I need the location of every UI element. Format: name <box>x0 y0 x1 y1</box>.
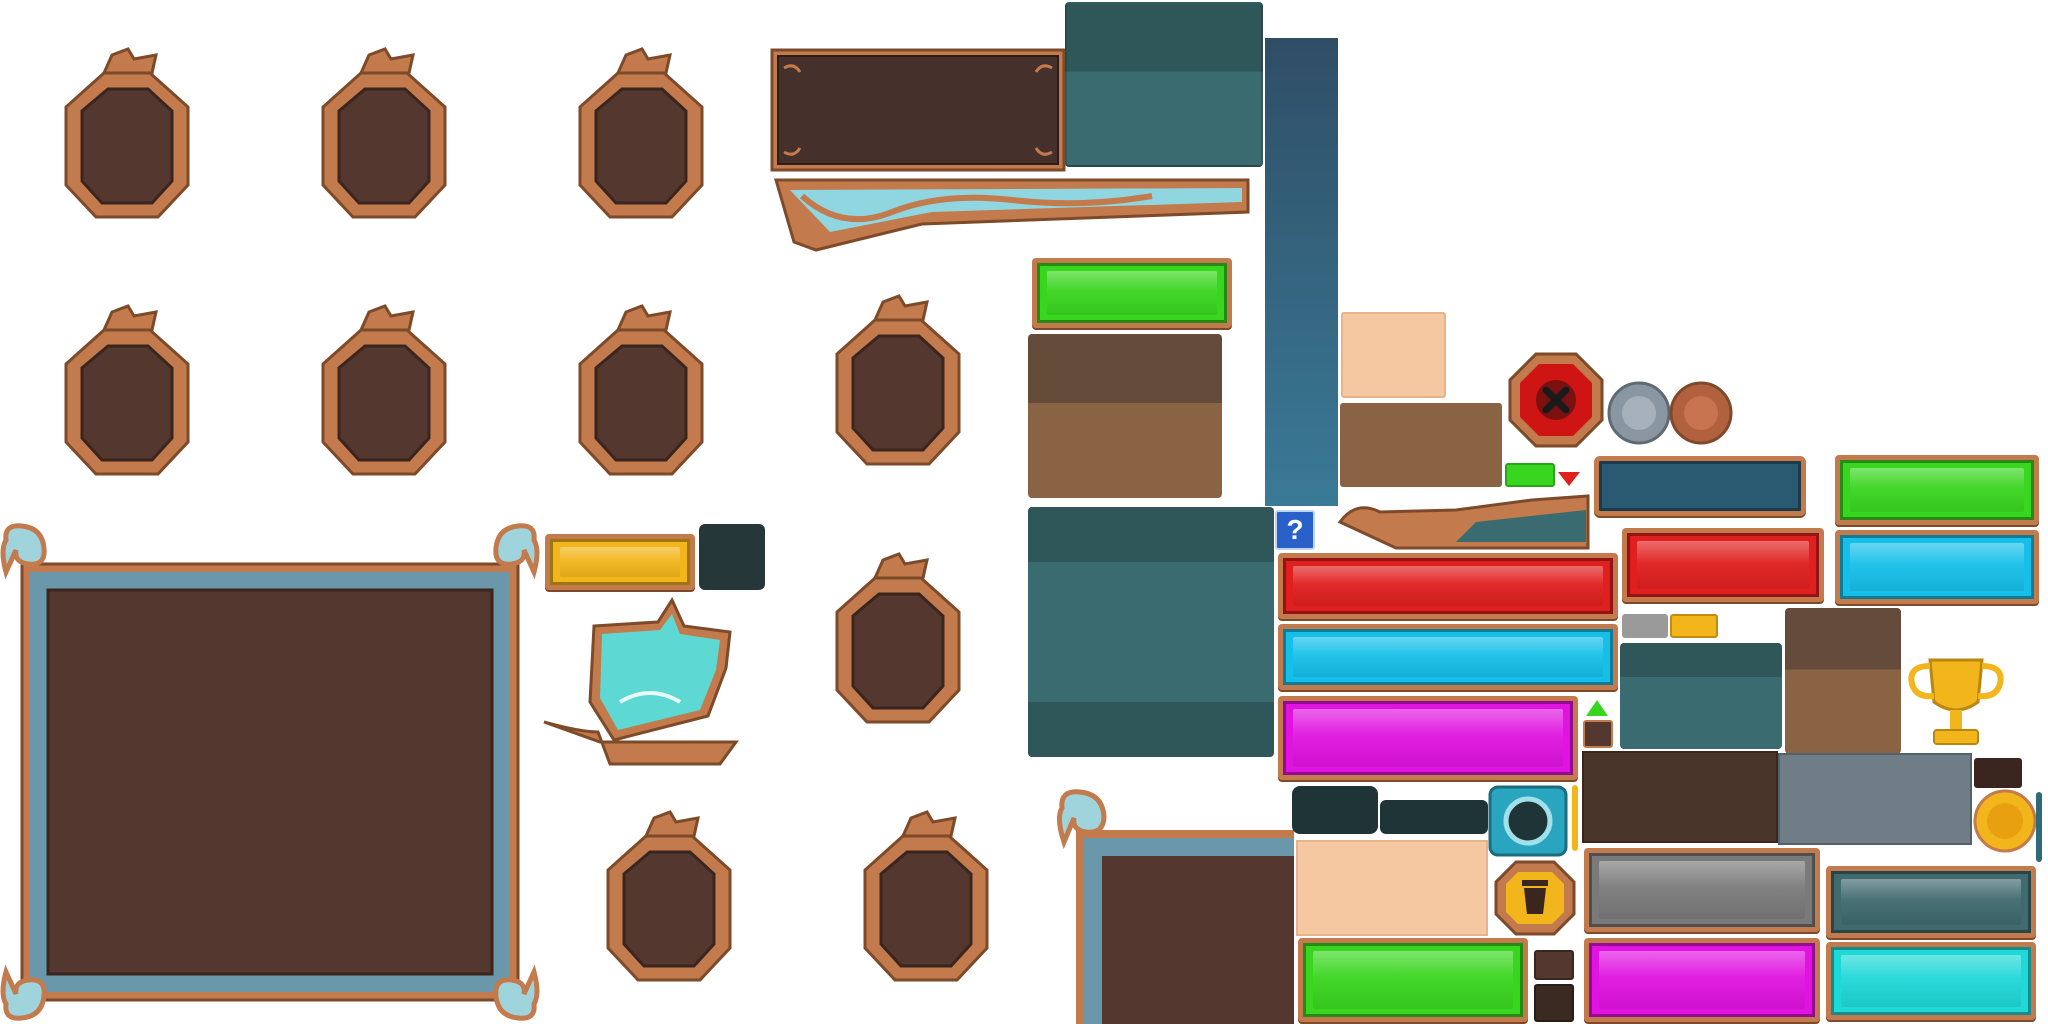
green-arrow-up-icon <box>1586 700 1608 716</box>
silver-seal-icon <box>1607 381 1671 445</box>
button-shine <box>1850 468 2024 512</box>
gold-chip <box>1670 614 1718 638</box>
red-bar-button[interactable] <box>1278 553 1618 619</box>
sand-panel <box>1296 840 1488 936</box>
teal-divider <box>2036 792 2042 862</box>
plaque-frame-3 <box>578 47 704 219</box>
brown-panel-small <box>1785 608 1901 754</box>
cyan-button-right[interactable] <box>1835 530 2039 604</box>
ornate-dark-panel <box>770 48 1066 172</box>
plaque-frame-2 <box>321 47 447 219</box>
green-button-wide[interactable] <box>1032 258 1232 328</box>
dark-chip-small <box>1974 758 2022 788</box>
brown-tile-stack-1 <box>1534 950 1574 980</box>
button-shine <box>1047 271 1217 315</box>
plaque-frame-8 <box>835 552 961 724</box>
teal-panel-top <box>1065 2 1263 167</box>
button-shine <box>560 547 680 577</box>
trash-octagon-icon[interactable] <box>1492 858 1578 938</box>
ornate-corner-panel <box>1056 789 1294 1024</box>
gray-button[interactable] <box>1584 848 1820 932</box>
button-shine <box>1293 637 1603 677</box>
teal-button[interactable] <box>1826 866 2036 938</box>
brown-panel <box>1028 334 1222 498</box>
cyan-bar-button[interactable] <box>1278 624 1618 690</box>
branch-ledge <box>774 178 1250 252</box>
aqua-button[interactable] <box>1826 942 2036 1020</box>
teal-panel-small <box>1620 643 1782 749</box>
green-chip <box>1505 463 1555 487</box>
ice-banner-flag <box>543 596 739 766</box>
dark-brown-panel <box>1582 751 1778 843</box>
button-shine <box>1599 861 1805 919</box>
magenta-button[interactable] <box>1584 938 1820 1022</box>
brown-tile-stack-2 <box>1534 984 1574 1022</box>
dark-pill-2 <box>1380 800 1488 834</box>
button-shine <box>1599 951 1805 1009</box>
plaque-frame-1 <box>64 47 190 219</box>
trophy-icon <box>1908 658 2004 745</box>
red-button-small[interactable] <box>1622 528 1824 602</box>
plaque-frame-4 <box>64 304 190 476</box>
vertical-sky-bar <box>1265 38 1338 506</box>
teal-panel-large <box>1028 507 1274 757</box>
green-button-bottom[interactable] <box>1298 938 1528 1022</box>
dark-square-swatch <box>699 524 765 590</box>
button-shine <box>1841 955 2021 1007</box>
button-shine <box>1313 951 1513 1009</box>
dark-pill-1 <box>1292 786 1378 834</box>
brown-swatch <box>1340 403 1502 487</box>
slate-panel <box>1778 753 1972 845</box>
plaque-frame-7 <box>835 294 961 466</box>
gold-seal-icon <box>1973 789 2037 853</box>
red-arrow-down-icon <box>1558 472 1580 486</box>
plaque-frame-10 <box>863 810 989 982</box>
plaque-frame-6 <box>578 304 704 476</box>
yellow-bar-button[interactable] <box>545 534 695 590</box>
bronze-seal-icon <box>1669 381 1733 445</box>
gray-chip <box>1622 614 1668 638</box>
button-shine <box>1293 566 1603 606</box>
green-button-right[interactable] <box>1835 455 2039 525</box>
plaque-frame-9 <box>606 810 732 982</box>
branch-ledge-small <box>1337 494 1590 550</box>
help-button[interactable]: ? <box>1275 510 1315 550</box>
plaque-frame-5 <box>321 304 447 476</box>
button-shine <box>1293 709 1563 767</box>
orange-divider <box>1572 785 1578 851</box>
button-shine <box>1850 543 2024 591</box>
button-shine <box>1637 541 1809 589</box>
brown-tile <box>1583 720 1613 748</box>
blue-name-bar <box>1594 456 1806 516</box>
sand-swatch <box>1341 312 1446 398</box>
ring-socket-icon <box>1488 785 1568 857</box>
button-shine <box>1841 879 2021 925</box>
close-octagon-button[interactable] <box>1506 350 1606 450</box>
ornate-window-frame <box>0 523 540 1021</box>
magenta-bar-button[interactable] <box>1278 696 1578 780</box>
question-mark-icon: ? <box>1286 514 1304 545</box>
